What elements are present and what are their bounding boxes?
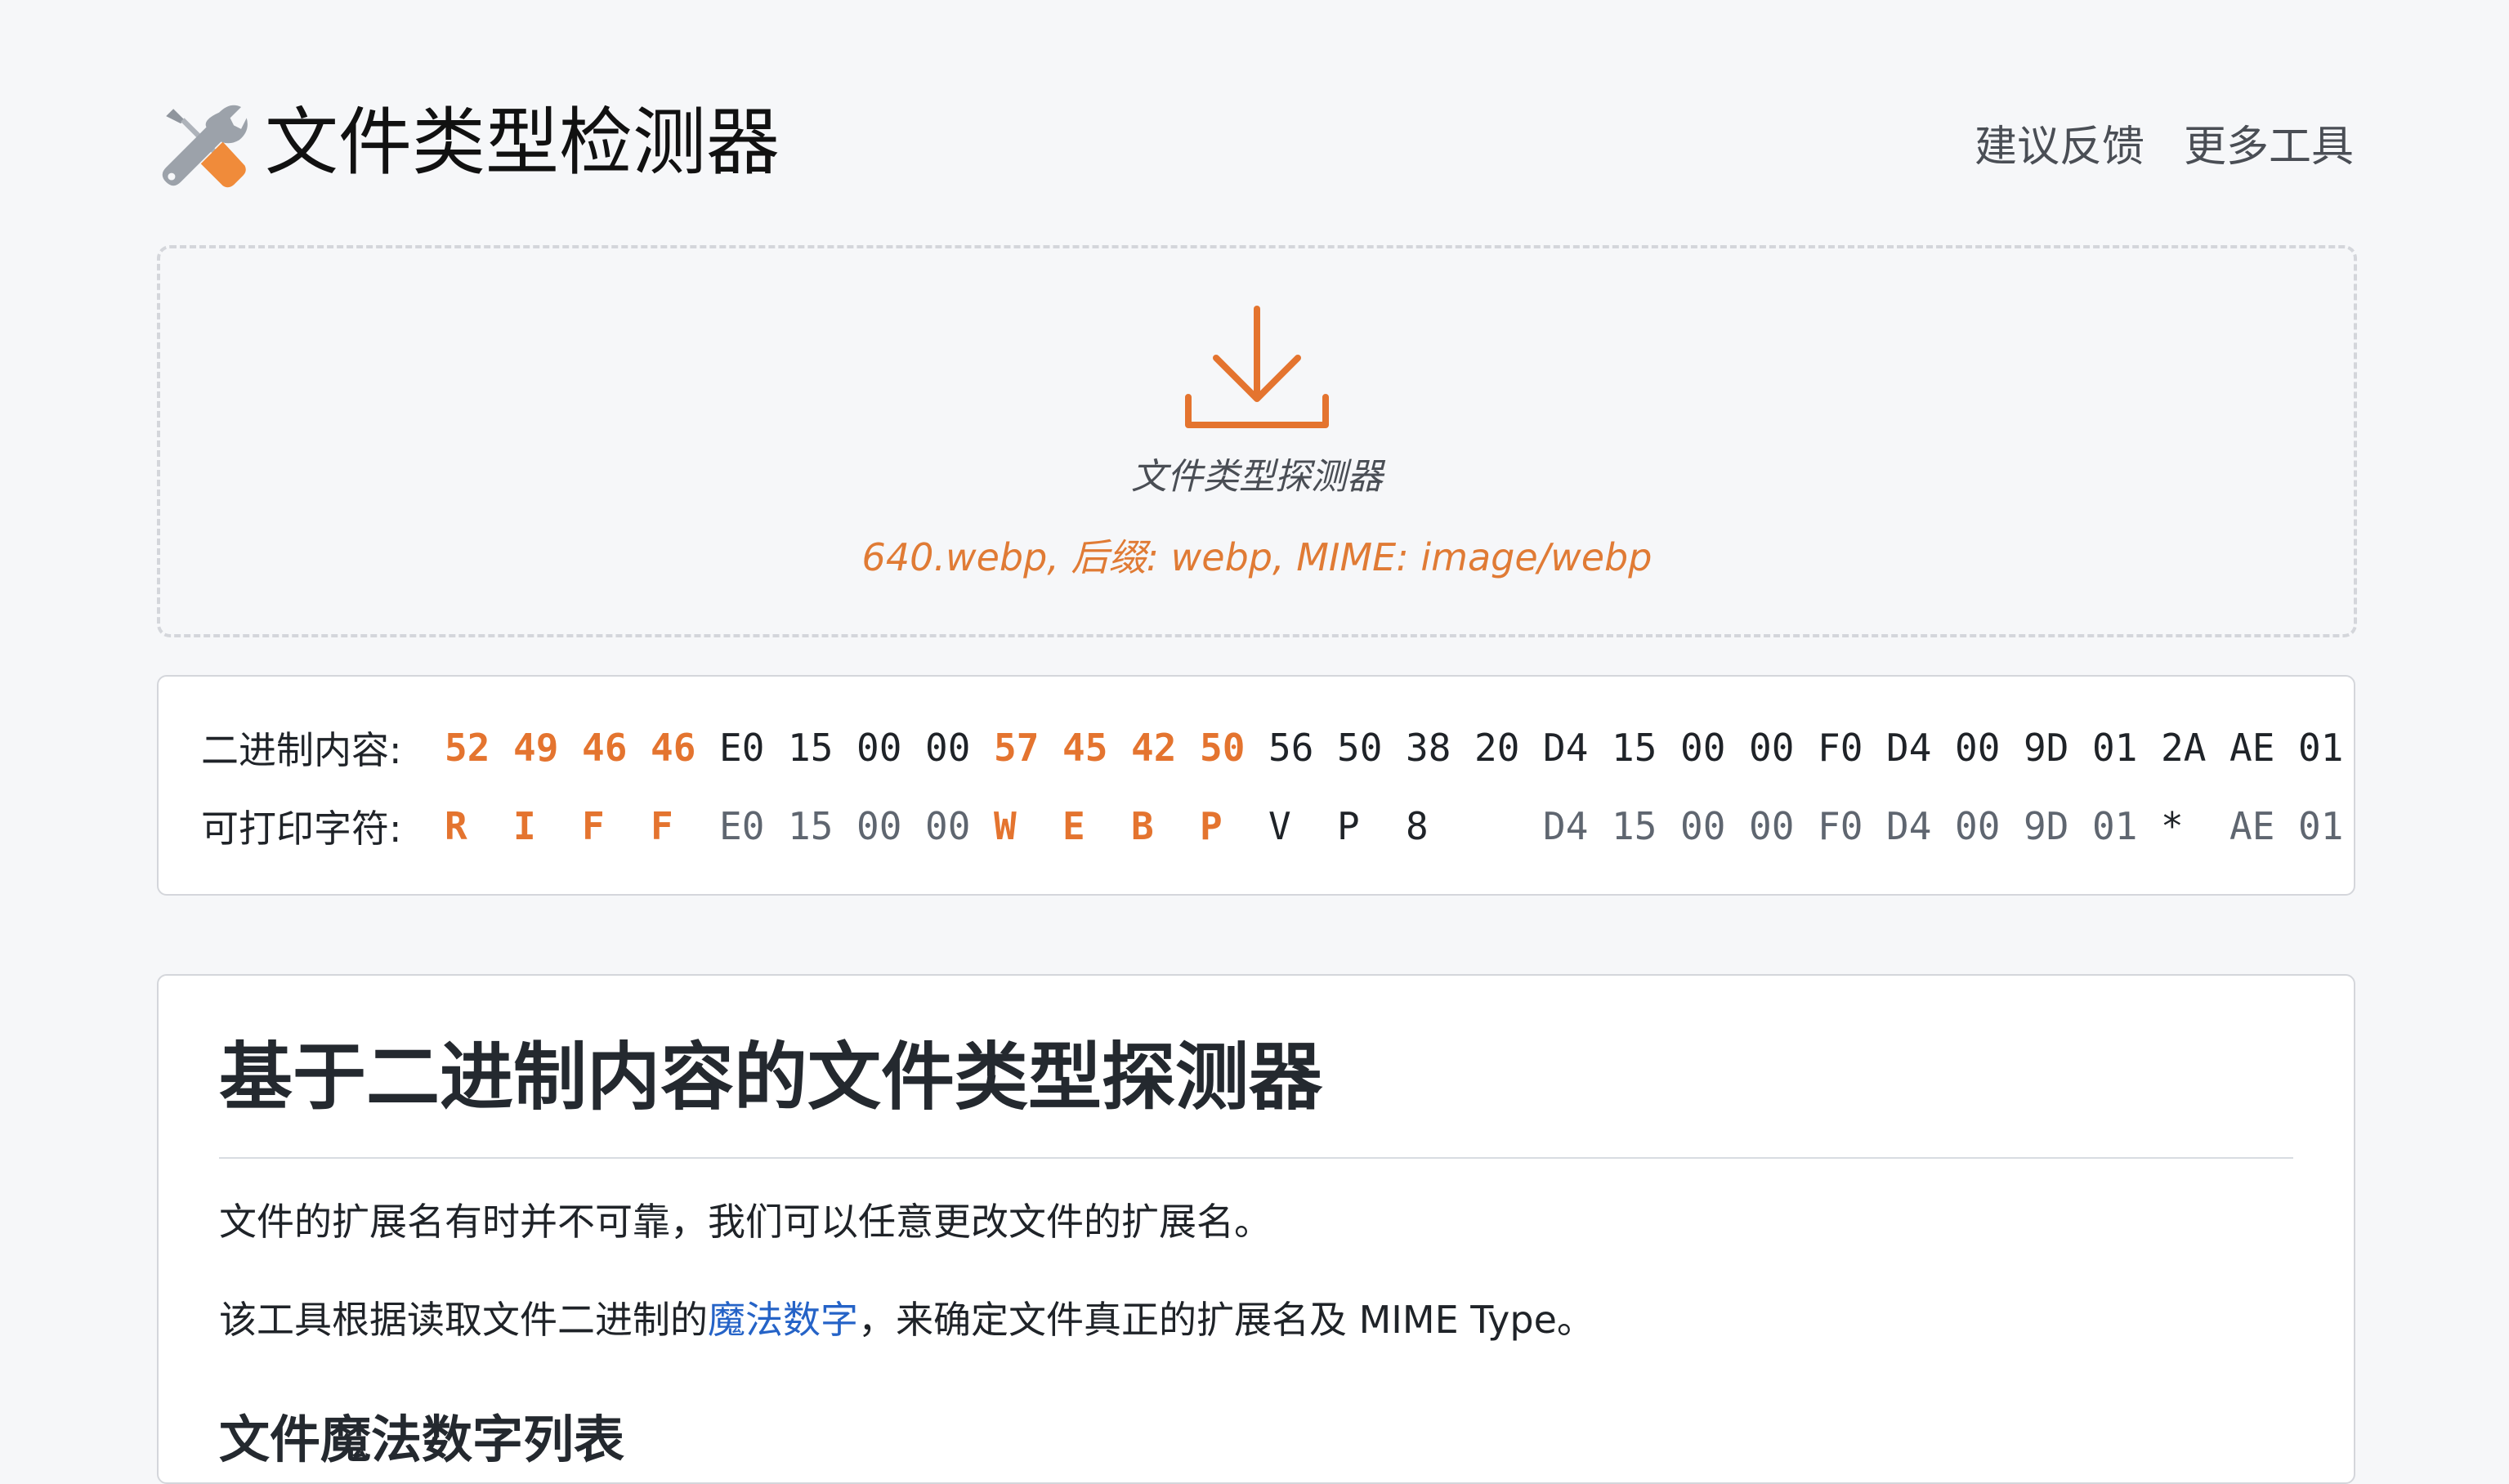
printable-char: * bbox=[2161, 804, 2184, 848]
hex-byte: 50 bbox=[1200, 726, 1246, 770]
paragraph-text: 该工具根据读取文件二进制的 bbox=[219, 1298, 708, 1342]
printable-char: R bbox=[445, 804, 467, 848]
hex-byte: 00 bbox=[1749, 726, 1795, 770]
binary-content-row: 二进制内容: 52 49 46 46 E0 15 00 00 57 45 42 50 56 50 38 20 D… bbox=[201, 711, 2344, 784]
printable-char: E0 bbox=[719, 804, 765, 848]
printable-char bbox=[1474, 804, 1518, 848]
hex-view-panel: 二进制内容: 52 49 46 46 E0 15 00 00 57 45 42 50 56 50 38 20 D… bbox=[157, 675, 2355, 896]
file-dropzone[interactable]: 文件类型探测器 640.webp, 后缀: webp, MIME: image/… bbox=[157, 245, 2357, 637]
printable-char: AE bbox=[2229, 804, 2275, 848]
hex-byte: 52 bbox=[445, 726, 490, 770]
hex-byte: D4 bbox=[1543, 726, 1589, 770]
byte-cells: 52 49 46 46 E0 15 00 00 57 45 42 50 56 50 38 20 D4 15 00 00… bbox=[445, 726, 2344, 770]
printable-char: 00 bbox=[925, 804, 971, 848]
printable-char: F bbox=[651, 804, 673, 848]
printable-char: 00 bbox=[1955, 804, 2001, 848]
hex-byte: 45 bbox=[1062, 726, 1108, 770]
header-nav: 建议反馈 更多工具 bbox=[1975, 114, 2354, 180]
tools-wrench-screwdriver-icon bbox=[162, 105, 248, 188]
hex-byte: 15 bbox=[788, 726, 834, 770]
printable-char: 00 bbox=[1749, 804, 1795, 848]
printable-char: D4 bbox=[1886, 804, 1932, 848]
hex-byte: 15 bbox=[1612, 726, 1657, 770]
printable-chars-label: 可打印字符: bbox=[201, 807, 402, 851]
download-icon bbox=[1185, 306, 1329, 428]
hex-byte: 00 bbox=[856, 726, 902, 770]
printable-char: D4 bbox=[1543, 804, 1589, 848]
article-title: 基于二进制内容的文件类型探测器 bbox=[219, 1035, 1322, 1120]
printable-chars-row: 可打印字符: R I F F E0 15 00 00 W E B P V P 8 D4 15 00 00 F0 D4 00… bbox=[201, 789, 2344, 863]
hex-byte: F0 bbox=[1818, 726, 1863, 770]
printable-char: P bbox=[1337, 804, 1360, 848]
section-heading: 文件魔法数字列表 bbox=[219, 1410, 625, 1469]
article-paragraph: 该工具根据读取文件二进制的魔法数字，来确定文件真正的扩展名及 MIME Type… bbox=[219, 1291, 1594, 1348]
hex-byte: 56 bbox=[1268, 726, 1314, 770]
printable-char: 8 bbox=[1406, 804, 1429, 848]
hex-byte: E0 bbox=[719, 726, 765, 770]
hex-byte: 9D bbox=[2024, 726, 2069, 770]
printable-char: F bbox=[582, 804, 605, 848]
hex-byte: 57 bbox=[994, 726, 1040, 770]
printable-char: 01 bbox=[2092, 804, 2138, 848]
printable-char: E bbox=[1062, 804, 1085, 848]
article-paragraph: 文件的扩展名有时并不可靠，我们可以任意更改文件的扩展名。 bbox=[219, 1200, 1272, 1244]
printable-char: W bbox=[994, 804, 1017, 848]
more-tools-link[interactable]: 更多工具 bbox=[2184, 114, 2354, 180]
hex-byte: 00 bbox=[925, 726, 971, 770]
printable-char: 00 bbox=[1680, 804, 1726, 848]
hex-byte: 50 bbox=[1337, 726, 1383, 770]
binary-content-label: 二进制内容: bbox=[201, 728, 402, 772]
printable-char: 9D bbox=[2024, 804, 2069, 848]
hex-byte: 49 bbox=[513, 726, 559, 770]
app-title: 文件类型检测器 bbox=[265, 100, 780, 186]
hex-byte: 46 bbox=[651, 726, 696, 770]
hex-byte: 01 bbox=[2298, 726, 2344, 770]
printable-char: 15 bbox=[1612, 804, 1657, 848]
dropzone-label: 文件类型探测器 bbox=[1131, 456, 1383, 498]
printable-char: P bbox=[1200, 804, 1223, 848]
paragraph-text: ，来确定文件真正的扩展名及 MIME Type。 bbox=[858, 1298, 1594, 1342]
hex-byte: 46 bbox=[582, 726, 628, 770]
printable-char: B bbox=[1131, 804, 1154, 848]
hex-byte: 2A bbox=[2161, 726, 2207, 770]
title-divider bbox=[219, 1157, 2293, 1159]
printable-char: I bbox=[513, 804, 536, 848]
printable-char: 15 bbox=[788, 804, 834, 848]
article-card: 基于二进制内容的文件类型探测器 文件的扩展名有时并不可靠，我们可以任意更改文件的… bbox=[157, 974, 2355, 1484]
printable-char: V bbox=[1268, 804, 1291, 848]
app-header: 文件类型检测器 建议反馈 更多工具 bbox=[157, 90, 2354, 196]
hex-byte: 20 bbox=[1474, 726, 1520, 770]
hex-byte: D4 bbox=[1886, 726, 1932, 770]
hex-byte: AE bbox=[2229, 726, 2275, 770]
detected-file-info: 640.webp, 后缀: webp, MIME: image/webp bbox=[861, 535, 1653, 579]
printable-char: 00 bbox=[856, 804, 902, 848]
hex-byte: 01 bbox=[2092, 726, 2138, 770]
printable-char: 01 bbox=[2298, 804, 2344, 848]
hex-byte: 00 bbox=[1680, 726, 1726, 770]
printable-char: F0 bbox=[1818, 804, 1863, 848]
feedback-link[interactable]: 建议反馈 bbox=[1975, 114, 2145, 180]
hex-byte: 42 bbox=[1131, 726, 1177, 770]
magic-number-link[interactable]: 魔法数字 bbox=[708, 1298, 858, 1342]
hex-byte: 38 bbox=[1406, 726, 1451, 770]
char-cells: R I F F E0 15 00 00 W E B P V P 8 D4 15 00 00 F0 D4 00 9D 01 * AE… bbox=[445, 804, 2344, 848]
hex-byte: 00 bbox=[1955, 726, 2001, 770]
